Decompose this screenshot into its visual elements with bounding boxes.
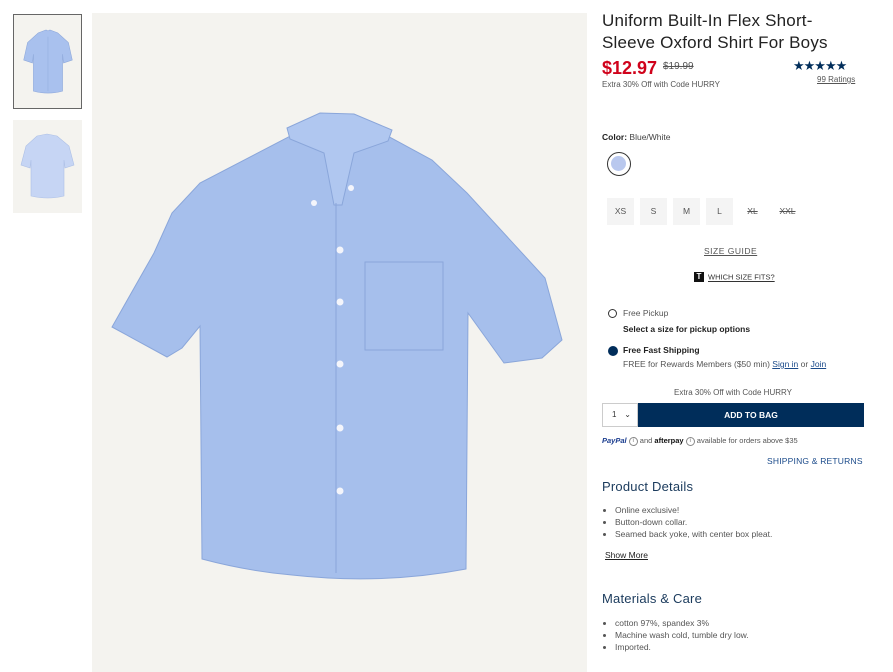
list-item: cotton 97%, spandex 3%: [615, 617, 749, 629]
product-details-heading: Product Details: [602, 479, 694, 494]
color-label-key: Color:: [602, 132, 628, 142]
shipping-note-row: FREE for Rewards Members ($50 min) Sign …: [623, 359, 826, 369]
rating-stars-icon[interactable]: ★★★★★: [793, 58, 847, 74]
shipping-radio[interactable]: [608, 346, 618, 356]
size-s[interactable]: S: [640, 198, 667, 225]
chevron-down-icon: ⌄: [624, 410, 631, 419]
pickup-label: Free Pickup: [623, 308, 669, 318]
shipping-label: Free Fast Shipping: [623, 345, 700, 355]
ratings-link[interactable]: 99 Ratings: [817, 75, 855, 84]
afterpay-logo[interactable]: afterpay: [654, 436, 683, 445]
list-item: Online exclusive!: [615, 504, 772, 516]
list-item: Button-down collar.: [615, 516, 772, 528]
shirt-front-thumbnail-image: [23, 29, 73, 94]
paypal-logo[interactable]: PayPal: [602, 436, 627, 445]
size-xxl-unavailable[interactable]: XXL: [772, 198, 803, 225]
which-size-text: WHICH SIZE FITS?: [708, 272, 775, 282]
or-text: or: [800, 359, 809, 369]
materials-list: cotton 97%, spandex 3% Machine wash cold…: [602, 617, 749, 653]
color-swatch-blue-white[interactable]: [607, 152, 631, 176]
show-more-link[interactable]: Show More: [605, 550, 648, 560]
shipping-returns-link[interactable]: SHIPPING & RETURNS: [767, 456, 863, 466]
original-price: $19.99: [663, 61, 694, 72]
size-xl-unavailable[interactable]: XL: [739, 198, 766, 225]
list-item: Machine wash cold, tumble dry low.: [615, 629, 749, 641]
list-item: Imported.: [615, 641, 749, 653]
thumbnail-back[interactable]: [13, 120, 82, 213]
promo-text: Extra 30% Off with Code HURRY: [602, 80, 720, 89]
quantity-select[interactable]: 1 ⌄: [602, 403, 638, 427]
true-fit-icon: T: [694, 272, 704, 283]
cart-promo-text: Extra 30% Off with Code HURRY: [674, 388, 792, 397]
sale-price: $12.97: [602, 58, 658, 78]
shipping-note: FREE for Rewards Members ($50 min): [623, 359, 770, 369]
size-xs[interactable]: XS: [607, 198, 634, 225]
join-link[interactable]: Join: [811, 359, 827, 369]
shirt-back-thumbnail-image: [20, 133, 75, 199]
swatch-fill: [611, 156, 626, 171]
add-to-bag-button[interactable]: ADD TO BAG: [638, 403, 864, 427]
color-label: Color: Blue/White: [602, 132, 671, 142]
shirt-front-image: [111, 112, 563, 580]
pickup-note: Select a size for pickup options: [623, 324, 751, 334]
thumbnail-front[interactable]: [13, 14, 82, 109]
which-size-fits-link[interactable]: T WHICH SIZE FITS?: [694, 272, 775, 283]
color-value: Blue/White: [629, 132, 671, 142]
sign-in-link[interactable]: Sign in: [772, 359, 798, 369]
payment-note: available for orders above $35: [696, 436, 798, 445]
payment-options: PayPal i and afterpay i available for or…: [602, 436, 798, 446]
and-text: and: [639, 436, 653, 445]
materials-care-heading: Materials & Care: [602, 591, 703, 606]
product-title: Uniform Built-In Flex Short-Sleeve Oxfor…: [602, 11, 828, 52]
product-image[interactable]: [92, 13, 587, 672]
product-page: Uniform Built-In Flex Short-Sleeve Oxfor…: [0, 0, 893, 672]
size-guide-link[interactable]: SIZE GUIDE: [704, 246, 757, 256]
pickup-radio[interactable]: [608, 309, 617, 318]
size-m[interactable]: M: [673, 198, 700, 225]
info-icon[interactable]: i: [685, 436, 695, 446]
quantity-value: 1: [612, 410, 617, 419]
size-l[interactable]: L: [706, 198, 733, 225]
list-item: Seamed back yoke, with center box pleat.: [615, 528, 772, 540]
product-details-list: Online exclusive! Button-down collar. Se…: [602, 504, 772, 540]
info-icon[interactable]: i: [628, 436, 638, 446]
